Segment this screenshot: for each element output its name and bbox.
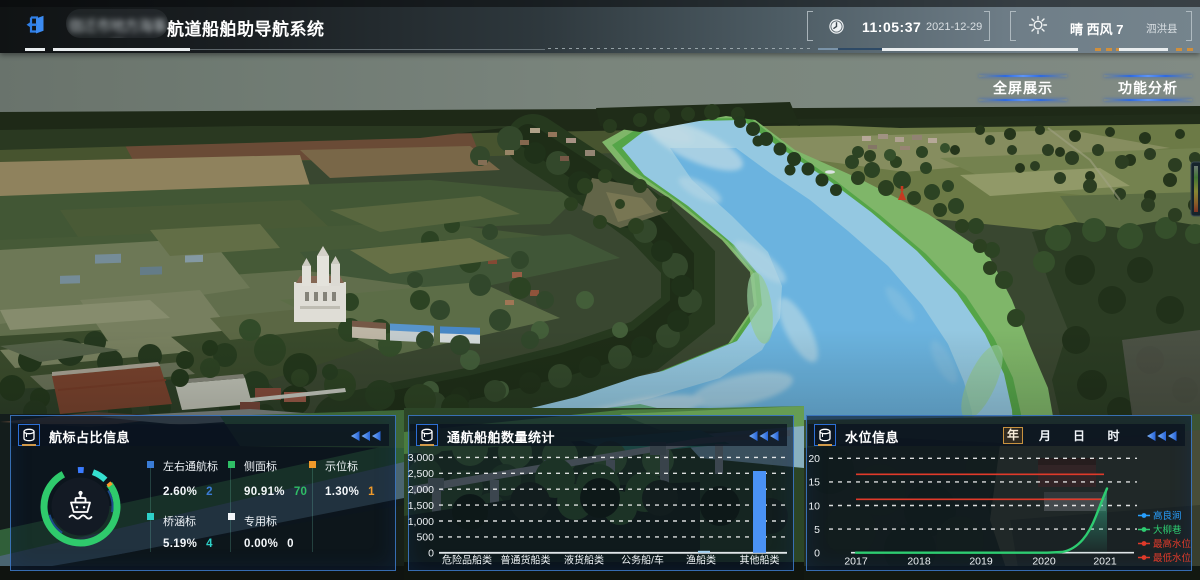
svg-text:2,500: 2,500	[408, 468, 434, 480]
svg-text:大柳巷: 大柳巷	[1153, 524, 1182, 536]
svg-text:15: 15	[808, 477, 820, 489]
svg-text:0: 0	[428, 548, 434, 560]
svg-text:0: 0	[814, 548, 820, 560]
svg-text:液货船类: 液货船类	[564, 554, 604, 567]
svg-text:2021: 2021	[1093, 556, 1117, 568]
svg-text:其他船类: 其他船类	[740, 554, 780, 567]
svg-text:渔船类: 渔船类	[686, 554, 716, 567]
svg-text:10: 10	[808, 500, 820, 512]
svg-text:3,000: 3,000	[408, 452, 434, 464]
svg-text:最低水位: 最低水位	[1153, 552, 1191, 564]
svg-text:普通货船类: 普通货船类	[501, 554, 551, 567]
svg-text:20: 20	[808, 453, 820, 465]
svg-text:2019: 2019	[969, 556, 993, 568]
svg-text:5: 5	[814, 524, 820, 536]
svg-text:500: 500	[416, 532, 434, 544]
svg-text:最高水位: 最高水位	[1153, 538, 1191, 550]
svg-text:1,000: 1,000	[408, 516, 434, 528]
svg-text:2,000: 2,000	[408, 484, 434, 496]
svg-text:2018: 2018	[907, 556, 931, 568]
svg-text:1,500: 1,500	[408, 500, 434, 512]
svg-text:高良涧: 高良涧	[1153, 510, 1182, 522]
svg-text:2017: 2017	[844, 556, 868, 568]
svg-text:危险品船类: 危险品船类	[442, 554, 492, 567]
svg-text:2020: 2020	[1032, 556, 1056, 568]
svg-text:公务船/车: 公务船/车	[621, 554, 664, 567]
